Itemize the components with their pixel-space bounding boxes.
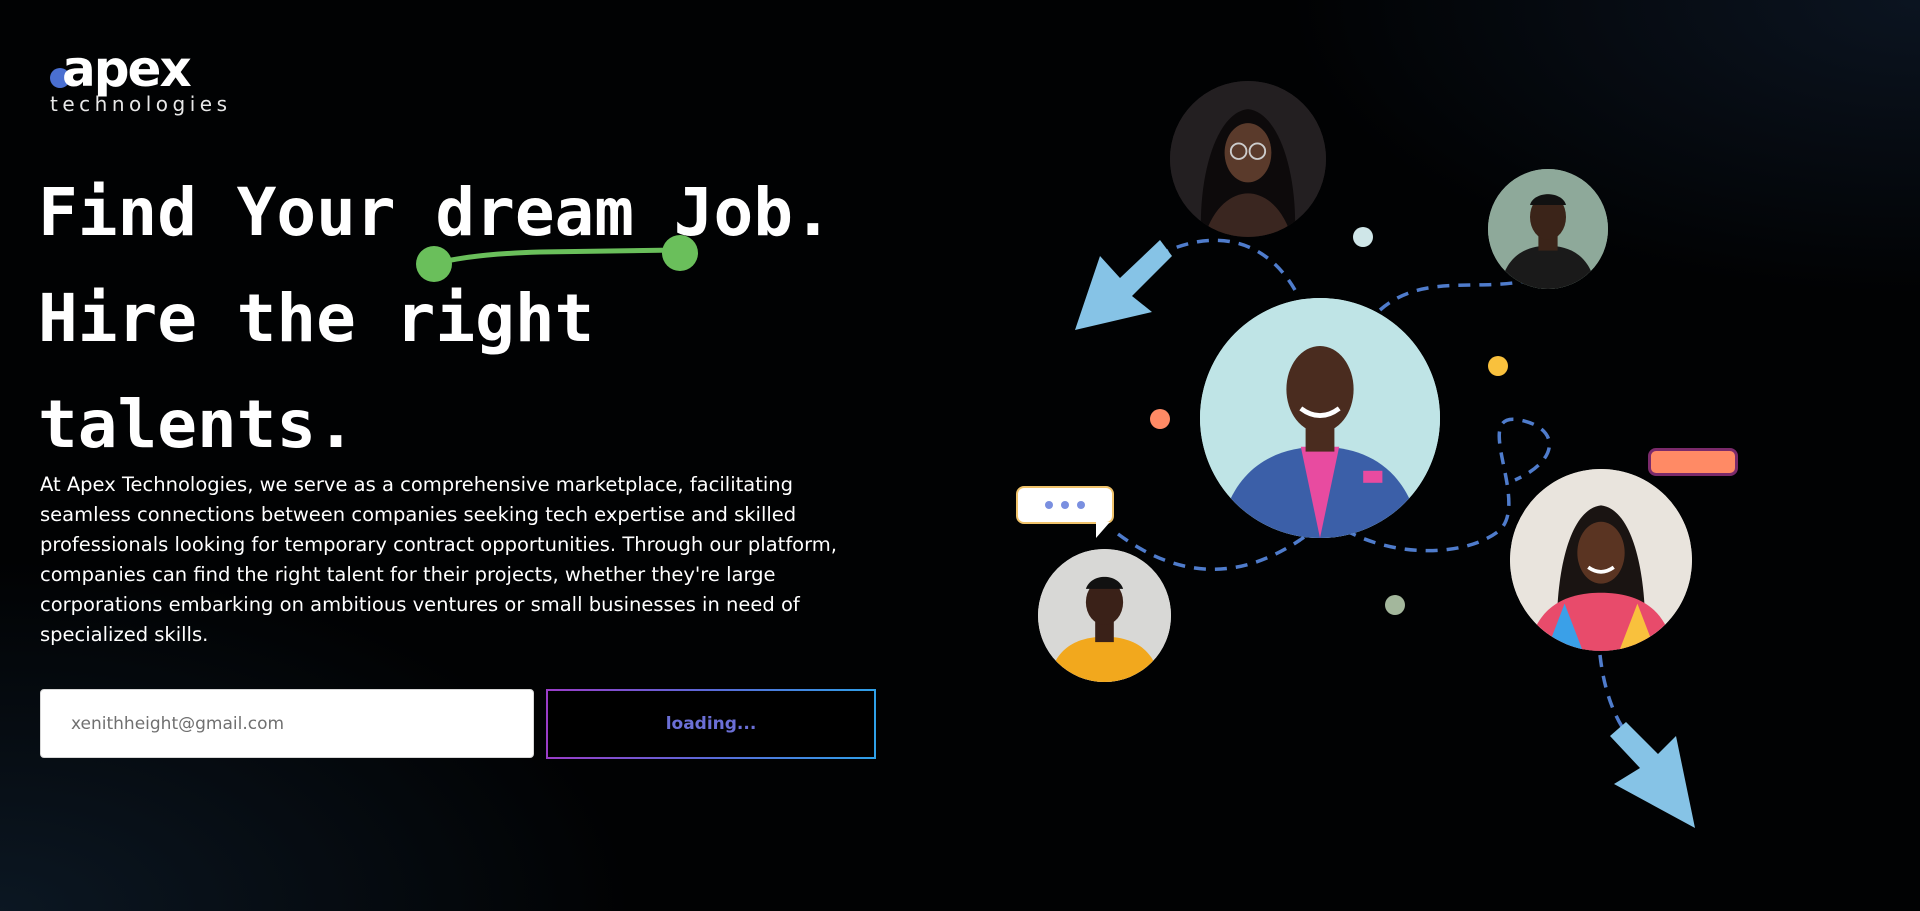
submit-button[interactable]: loading... — [546, 689, 876, 759]
arrow-down-right-icon — [1610, 722, 1695, 828]
avatar-woman-colorful — [1510, 469, 1692, 651]
avatar-man-blue-suit — [1200, 298, 1440, 538]
dot-light — [1353, 227, 1373, 247]
hero-description: At Apex Technologies, we serve as a comp… — [40, 473, 837, 646]
headline-line-3: talents. — [38, 386, 356, 463]
dashed-path-1 — [1149, 238, 1297, 291]
avatar-man-yellow-shirt — [1038, 549, 1171, 682]
arrow-up-left-icon — [1075, 240, 1172, 330]
tag-bubble-icon — [1648, 448, 1738, 476]
dot-sage — [1385, 595, 1405, 615]
typing-bubble-icon — [1016, 486, 1114, 538]
logo-mark: apex — [62, 40, 192, 98]
hero-headline: Find Your dream Job. Hire the right tale… — [38, 160, 833, 478]
green-connector-decoration — [416, 235, 698, 282]
email-input[interactable] — [40, 689, 534, 758]
dot-orange — [1150, 409, 1170, 429]
avatar-woman-glasses — [1170, 81, 1326, 237]
dot-yellow — [1488, 356, 1508, 376]
avatar-man-turtleneck — [1488, 169, 1608, 289]
network-illustration — [1000, 60, 1780, 860]
brand-logo[interactable]: apex technologies — [48, 44, 238, 120]
logo-subtitle: technologies — [50, 92, 232, 116]
